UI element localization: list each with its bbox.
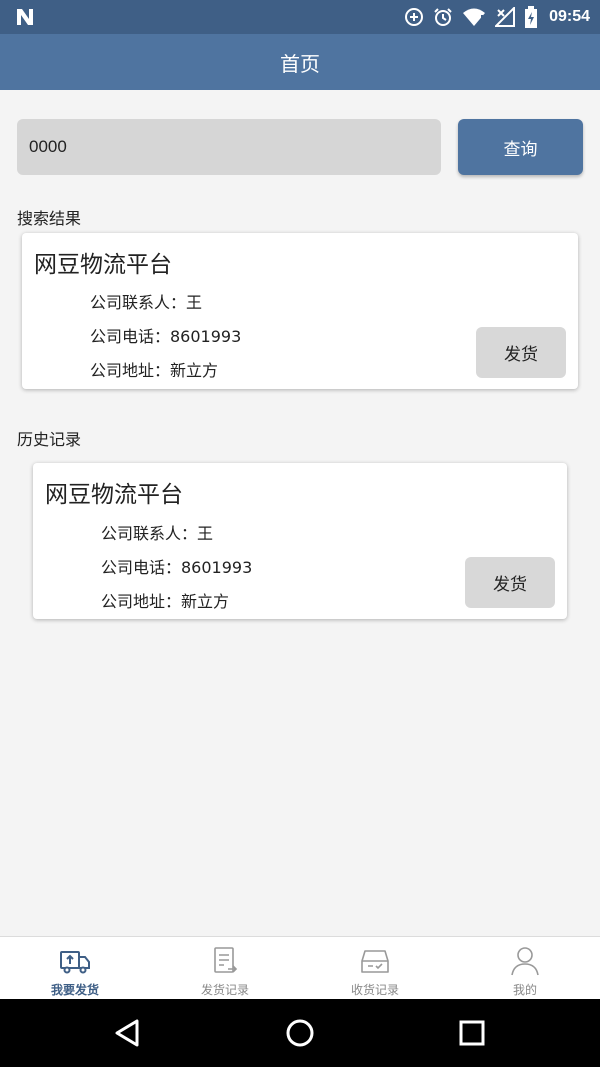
inbox-icon	[361, 950, 389, 973]
page-title: 首页	[280, 51, 320, 76]
company-phone: 公司电话：8601993	[90, 327, 242, 346]
ship-button[interactable]: 发货	[465, 557, 555, 608]
status-bar: 09:54	[0, 0, 600, 34]
truck-icon	[60, 951, 90, 974]
search-input[interactable]	[17, 119, 441, 175]
recents-icon[interactable]	[456, 1017, 488, 1049]
battery-icon	[525, 6, 538, 28]
nav-label: 我的	[512, 983, 537, 997]
company-contact: 公司联系人：王	[90, 293, 203, 312]
document-icon	[214, 947, 238, 973]
company-address: 公司地址：新立方	[101, 592, 230, 611]
home-icon[interactable]	[284, 1017, 316, 1049]
status-icons: 09:54	[404, 0, 590, 34]
company-phone: 公司电话：8601993	[101, 558, 253, 577]
nav-label: 收货记录	[350, 983, 399, 997]
company-name: 网豆物流平台	[34, 252, 172, 278]
search-button[interactable]: 查询	[458, 119, 583, 175]
search-results-label: 搜索结果	[17, 209, 82, 228]
signal-icon	[495, 7, 516, 27]
nav-label: 发货记录	[200, 983, 249, 997]
nav-item-ship[interactable]: 我要发货	[0, 937, 150, 999]
person-icon	[511, 947, 539, 976]
data-saver-icon	[405, 8, 424, 26]
search-result-card: 网豆物流平台 公司联系人：王 公司电话：8601993 公司地址：新立方 发货	[22, 233, 578, 389]
notification-n-icon	[17, 9, 33, 25]
app-bar: 首页	[0, 34, 600, 90]
alarm-icon	[434, 8, 452, 26]
status-time: 09:54	[549, 8, 590, 25]
nav-item-receive-records[interactable]: 收货记录	[300, 937, 450, 999]
nav-item-profile[interactable]: 我的	[450, 937, 600, 999]
nav-item-ship-records[interactable]: 发货记录	[150, 937, 300, 999]
system-nav-bar	[0, 999, 600, 1067]
company-name: 网豆物流平台	[45, 482, 183, 508]
ship-button[interactable]: 发货	[476, 327, 566, 378]
bottom-nav: 我要发货 发货记录 收货记录 我的	[0, 936, 600, 999]
company-address: 公司地址：新立方	[90, 361, 219, 380]
back-icon[interactable]	[112, 1017, 144, 1049]
history-label: 历史记录	[17, 430, 82, 449]
company-contact: 公司联系人：王	[101, 524, 214, 543]
nav-label: 我要发货	[50, 983, 99, 997]
wifi-icon	[463, 8, 486, 26]
history-card: 网豆物流平台 公司联系人：王 公司电话：8601993 公司地址：新立方 发货	[33, 463, 567, 619]
